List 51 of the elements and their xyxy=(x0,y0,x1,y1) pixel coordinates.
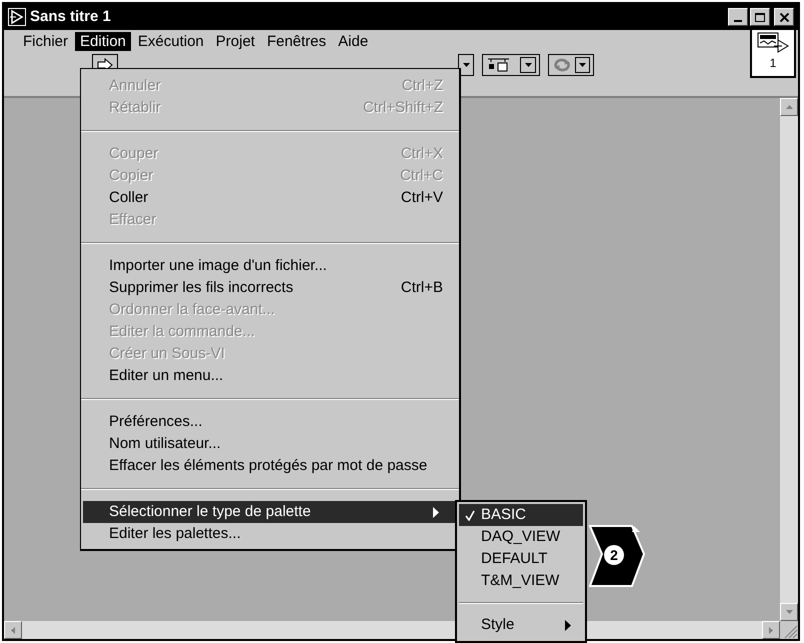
menu-item[interactable]: T&M_VIEW xyxy=(459,570,583,592)
close-button[interactable] xyxy=(774,8,794,26)
caret-icon xyxy=(579,63,586,67)
window-title: Sans titre 1 xyxy=(30,6,111,27)
menu-bar-item[interactable]: Edition xyxy=(75,32,131,50)
vertical-scrollbar[interactable] xyxy=(780,98,798,621)
menu-item[interactable]: BASIC xyxy=(459,504,583,526)
menu-bar-item[interactable]: Fichier xyxy=(18,32,74,50)
menu-bar-item[interactable]: Exécution xyxy=(132,32,209,50)
maximize-button[interactable] xyxy=(750,8,770,26)
scroll-up-button[interactable] xyxy=(780,98,798,116)
menu-item[interactable]: Importer une image d'un fichier... xyxy=(83,255,457,277)
right-arrow-icon xyxy=(769,626,773,634)
left-arrow-icon xyxy=(11,626,15,634)
menu-item[interactable]: Nom utilisateur... xyxy=(83,433,457,455)
close-icon xyxy=(780,12,788,22)
distribution-dropdown[interactable] xyxy=(482,54,540,76)
reorder-dropdown[interactable] xyxy=(548,54,594,76)
app-icon xyxy=(8,8,26,26)
up-arrow-icon xyxy=(786,105,792,109)
connector-pane[interactable]: 1 xyxy=(750,28,796,78)
submenu-arrow-icon xyxy=(433,506,439,518)
menu-bar-item[interactable]: Projet xyxy=(210,32,260,50)
distribute-icon xyxy=(487,58,511,72)
menu-item[interactable]: Effacer les éléments protégés par mot de passe xyxy=(83,455,457,477)
callout-number: 2 xyxy=(609,547,619,563)
cycle-arrows-icon xyxy=(553,58,572,72)
scroll-left-button[interactable] xyxy=(4,621,22,639)
maximize-icon xyxy=(755,12,765,22)
dropdown-arrow-button[interactable] xyxy=(458,54,474,76)
caret-icon xyxy=(462,63,470,67)
submenu-item[interactable]: Sélectionner le type de palette xyxy=(83,501,457,523)
menu-item[interactable]: Coller Ctrl+V xyxy=(83,187,457,209)
caret-icon xyxy=(524,63,532,67)
menu-item[interactable]: Editer les palettes... xyxy=(83,523,457,545)
minimize-button[interactable] xyxy=(728,8,748,26)
submenu-item[interactable]: Style xyxy=(459,614,583,636)
menu-item[interactable]: DAQ_VIEW xyxy=(459,526,583,548)
menu-bar-item[interactable]: Fenêtres xyxy=(262,32,332,50)
submenu-arrow-icon xyxy=(565,620,571,630)
menu-bar-item[interactable]: Aide xyxy=(333,32,374,50)
connector-number: 1 xyxy=(770,56,776,70)
menu-item[interactable]: Préférences... xyxy=(83,411,457,433)
minimize-icon xyxy=(734,20,742,22)
menu-item[interactable]: Supprimer les fils incorrects Ctrl+B xyxy=(83,277,457,299)
menu-item[interactable]: Editer un menu... xyxy=(83,365,457,387)
down-arrow-icon xyxy=(786,610,792,614)
scroll-down-button[interactable] xyxy=(780,603,798,621)
scroll-right-button[interactable] xyxy=(762,621,780,639)
menu-item[interactable]: DEFAULT xyxy=(459,548,583,570)
checkmark-icon xyxy=(465,510,475,520)
